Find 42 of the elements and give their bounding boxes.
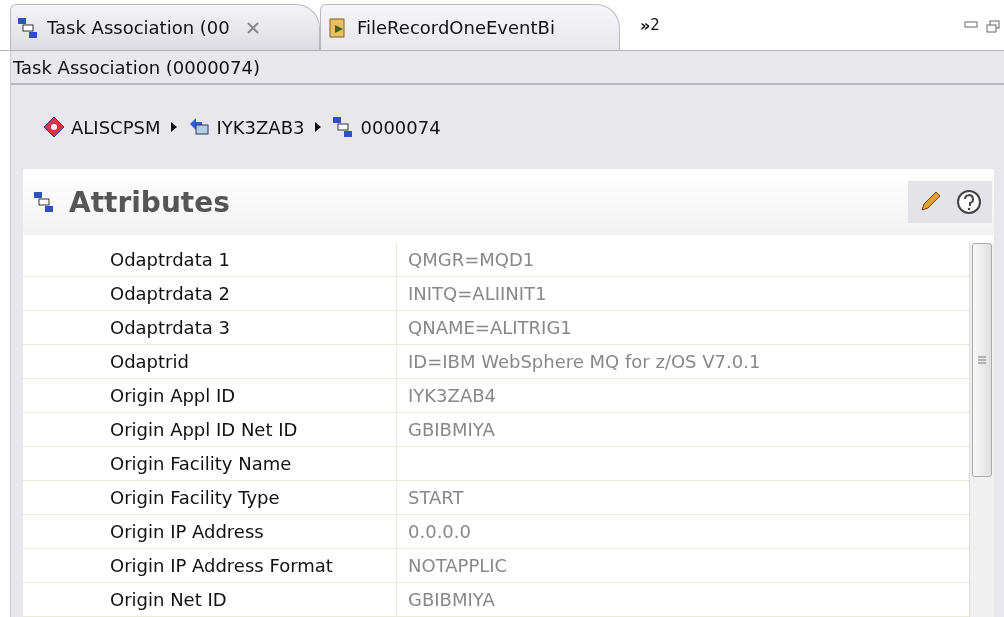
attribute-value: START — [407, 486, 465, 510]
attribute-value: NOTAPPLIC — [407, 554, 509, 578]
editor-tab[interactable]: FileRecordOneEventBi — [320, 4, 620, 50]
attribute-value: 0.0.0.0 — [407, 520, 472, 544]
attribute-name: Odaptrid — [23, 345, 397, 378]
attribute-value: INITQ=ALIINIT1 — [407, 282, 548, 306]
attribute-name: Odaptrdata 3 — [23, 311, 397, 344]
task-icon — [332, 116, 355, 138]
attribute-name: Origin Facility Name — [23, 447, 397, 480]
attribute-value: GBIBMIYA — [407, 588, 496, 612]
diamond-icon — [43, 116, 65, 138]
attribute-name: Origin Appl ID — [23, 379, 397, 412]
arrow-icon — [170, 121, 179, 133]
task-icon — [17, 16, 39, 39]
attribute-name: Origin Facility Type — [23, 481, 397, 514]
task-icon — [33, 191, 55, 213]
attribute-name: Odaptrdata 1 — [23, 243, 397, 276]
breadcrumb-item[interactable]: IYK3ZAB3 — [188, 116, 305, 138]
arrow-icon — [314, 121, 323, 133]
section-title: Attributes — [69, 185, 230, 219]
attribute-name: Origin IP Address Format — [23, 549, 397, 582]
attribute-value: GBIBMIYA — [407, 418, 496, 442]
minimize-icon[interactable] — [964, 20, 978, 30]
grip-icon — [977, 355, 987, 365]
breadcrumb-item[interactable]: ALISCPSM — [43, 116, 161, 138]
close-icon[interactable] — [245, 20, 260, 35]
pencil-icon[interactable] — [918, 190, 942, 214]
attribute-value: ID=IBM WebSphere MQ for z/OS V7.0.1 — [407, 350, 762, 374]
attribute-value: QNAME=ALITRIG1 — [407, 316, 573, 340]
scrollbar-thumb[interactable] — [972, 243, 992, 477]
attribute-name: Origin IP Address — [23, 515, 397, 548]
attribute-name: Origin Appl ID Net ID — [23, 413, 397, 446]
attribute-value: IYK3ZAB4 — [407, 384, 497, 408]
editor-tab[interactable]: Task Association (00 — [10, 4, 320, 50]
attribute-name: Odaptrdata 2 — [23, 277, 397, 310]
computer-icon — [188, 116, 211, 138]
help-icon[interactable] — [956, 189, 982, 215]
restore-icon[interactable] — [986, 20, 1000, 34]
editor-title: Task Association (0000074) — [11, 51, 1004, 85]
attribute-value: QMGR=MQD1 — [407, 248, 536, 272]
breadcrumb-item[interactable]: 0000074 — [332, 116, 441, 138]
attribute-name: Origin Net ID — [23, 583, 397, 616]
